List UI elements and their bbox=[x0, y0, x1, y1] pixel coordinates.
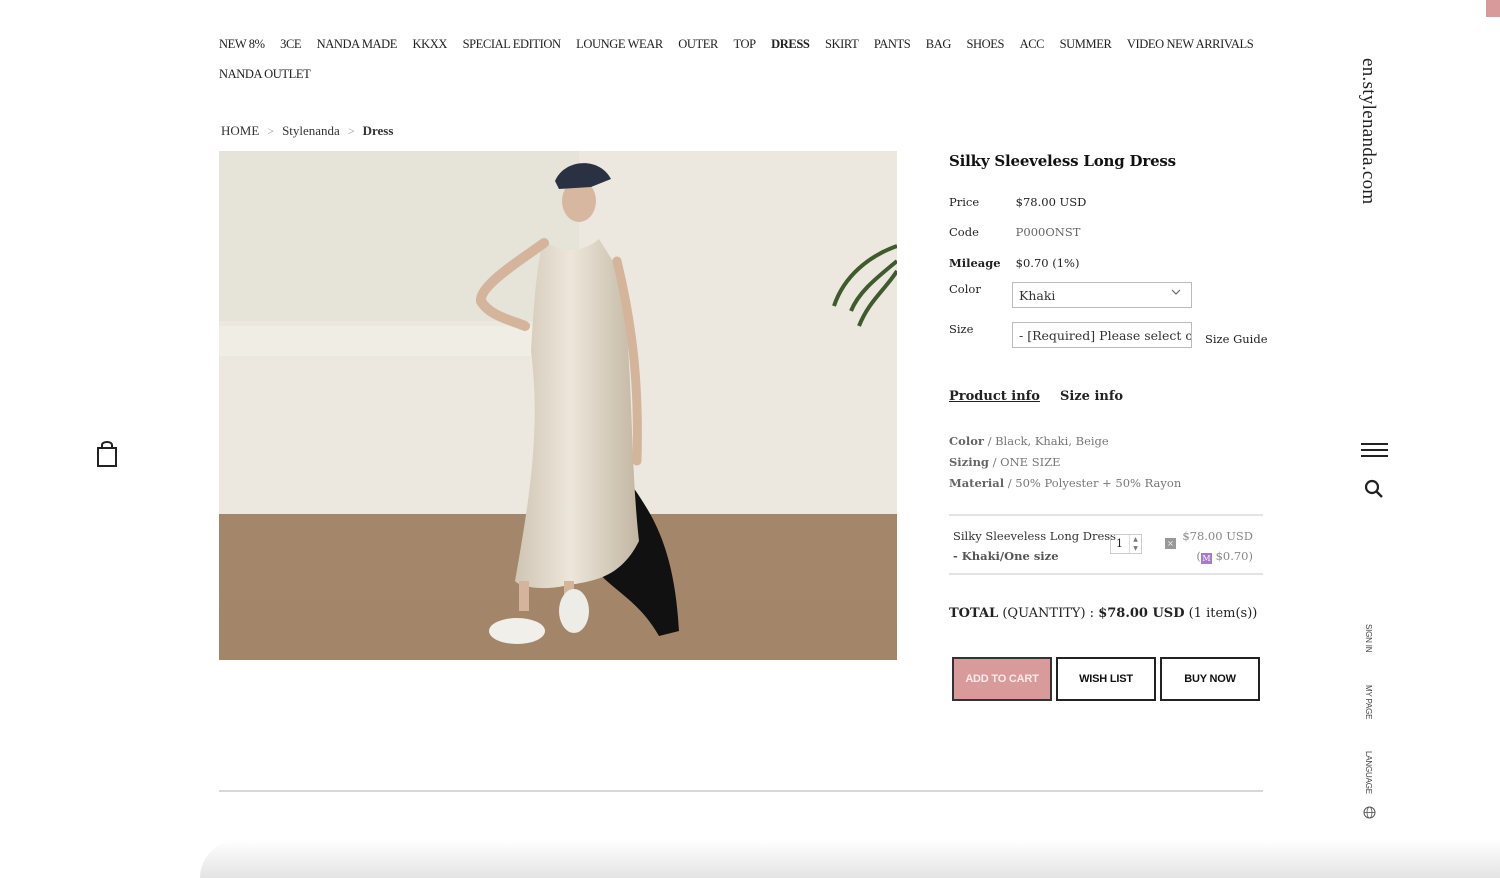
nav-3ce[interactable]: 3CE bbox=[280, 36, 301, 52]
color-label: Color bbox=[949, 282, 981, 296]
color-select[interactable]: Khaki bbox=[1012, 282, 1192, 308]
remove-item-icon[interactable]: × bbox=[1165, 538, 1176, 549]
size-select-value: - [Required] Please select opt bbox=[1019, 328, 1192, 343]
product-details: Color / Black, Khaki, Beige Sizing / ONE… bbox=[949, 431, 1181, 494]
buy-now-button[interactable]: BUY NOW bbox=[1160, 657, 1260, 701]
total-summary: TOTAL (QUANTITY) : $78.00 USD (1 item(s)… bbox=[949, 606, 1257, 621]
product-photo-illustration bbox=[219, 151, 897, 660]
total-label: TOTAL bbox=[949, 606, 999, 621]
nav-shoes[interactable]: SHOES bbox=[967, 36, 1005, 52]
breadcrumb-current: Dress bbox=[362, 123, 394, 138]
chevron-right-icon: > bbox=[267, 123, 275, 138]
mileage-row: Mileage $0.70 (1%) bbox=[949, 256, 1079, 270]
nav-skirt[interactable]: SKIRT bbox=[825, 36, 859, 52]
corner-accent bbox=[1486, 0, 1500, 17]
mileage-label: Mileage bbox=[949, 256, 1001, 270]
size-guide-link[interactable]: Size Guide bbox=[1205, 332, 1268, 346]
tab-product-info[interactable]: Product info bbox=[949, 389, 1040, 404]
site-logo[interactable]: en.stylenanda.com bbox=[1357, 58, 1379, 205]
nav-nanda-outlet[interactable]: NANDA OUTLET bbox=[219, 66, 311, 82]
nav-top[interactable]: TOP bbox=[733, 36, 756, 52]
size-label: Size bbox=[949, 322, 974, 336]
price-value: $78.00 USD bbox=[1015, 195, 1087, 209]
nav-dress[interactable]: DRESS bbox=[771, 36, 810, 52]
nav-pants[interactable]: PANTS bbox=[874, 36, 911, 52]
detail-material: Material / 50% Polyester + 50% Rayon bbox=[949, 476, 1182, 490]
nav-kkxx[interactable]: KKXX bbox=[413, 36, 448, 52]
breadcrumb: HOME > Stylenanda > Dress bbox=[221, 123, 393, 139]
info-tabs: Product info Size info bbox=[949, 389, 1123, 404]
sign-in-link[interactable]: SIGN IN bbox=[1364, 624, 1373, 652]
quantity-stepper[interactable]: 1 ▲ ▼ bbox=[1110, 534, 1142, 554]
product-title: Silky Sleeveless Long Dress bbox=[949, 152, 1176, 170]
price-row: Price $78.00 USD bbox=[949, 195, 1086, 209]
product-image[interactable] bbox=[219, 151, 897, 660]
selected-item-option: - Khaki/One size bbox=[953, 549, 1059, 563]
price-label: Price bbox=[949, 195, 980, 209]
wish-list-button[interactable]: WISH LIST bbox=[1056, 657, 1156, 701]
nav-outer[interactable]: OUTER bbox=[678, 36, 718, 52]
selected-item-name: Silky Sleeveless Long Dress - Khaki/One … bbox=[953, 526, 1116, 566]
nav-video-new-arrivals[interactable]: VIDEO NEW ARRIVALS bbox=[1127, 36, 1254, 52]
nav-nanda-made[interactable]: NANDA MADE bbox=[317, 36, 398, 52]
nav-lounge-wear[interactable]: LOUNGE WEAR bbox=[576, 36, 663, 52]
tab-size-info[interactable]: Size info bbox=[1060, 389, 1123, 404]
section-divider bbox=[219, 790, 1263, 792]
detail-sizing: Sizing / ONE SIZE bbox=[949, 455, 1061, 469]
chevron-down-icon bbox=[1171, 289, 1181, 295]
add-to-cart-button[interactable]: ADD TO CART bbox=[952, 657, 1052, 701]
nav-acc[interactable]: ACC bbox=[1020, 36, 1045, 52]
size-select[interactable]: - [Required] Please select opt bbox=[1012, 322, 1192, 348]
breadcrumb-home[interactable]: HOME bbox=[221, 123, 259, 139]
total-amount: $78.00 USD bbox=[1098, 606, 1185, 621]
my-page-link[interactable]: MY PAGE bbox=[1364, 685, 1373, 719]
mileage-icon: M bbox=[1200, 553, 1212, 564]
code-row: Code P000ONST bbox=[949, 225, 1080, 239]
globe-icon[interactable] bbox=[1363, 806, 1376, 819]
nav-bag[interactable]: BAG bbox=[926, 36, 952, 52]
breadcrumb-brand[interactable]: Stylenanda bbox=[282, 123, 340, 139]
color-label-row: Color bbox=[949, 282, 1012, 296]
quantity-spin-buttons[interactable]: ▲ ▼ bbox=[1129, 535, 1141, 553]
total-items: (1 item(s)) bbox=[1188, 606, 1258, 621]
code-value: P000ONST bbox=[1015, 225, 1081, 239]
code-label: Code bbox=[949, 225, 979, 239]
size-label-row: Size bbox=[949, 322, 1012, 336]
language-link[interactable]: LANGUAGE bbox=[1364, 751, 1373, 794]
shopping-bag-icon[interactable] bbox=[96, 438, 118, 468]
search-icon[interactable] bbox=[1364, 479, 1384, 499]
hamburger-menu-icon[interactable] bbox=[1361, 443, 1388, 457]
selected-option-row: Silky Sleeveless Long Dress - Khaki/One … bbox=[949, 514, 1263, 575]
selected-item-mileage: (M $0.70) bbox=[1196, 549, 1253, 564]
detail-color: Color / Black, Khaki, Beige bbox=[949, 434, 1109, 448]
selected-item-price: $78.00 USD (M $0.70) bbox=[1182, 526, 1253, 566]
bottom-shadow bbox=[200, 840, 1500, 878]
color-select-value: Khaki bbox=[1019, 288, 1056, 303]
mileage-value: $0.70 (1%) bbox=[1015, 256, 1080, 270]
total-qty-label: (QUANTITY) : bbox=[1002, 606, 1095, 621]
chevron-right-icon: > bbox=[347, 123, 355, 138]
quantity-value[interactable]: 1 bbox=[1116, 537, 1123, 550]
nav-new[interactable]: NEW 8% bbox=[219, 36, 265, 52]
nav-special-edition[interactable]: SPECIAL EDITION bbox=[463, 36, 561, 52]
nav-summer[interactable]: SUMMER bbox=[1060, 36, 1112, 52]
top-navigation: NEW 8% 3CE NANDA MADE KKXX SPECIAL EDITI… bbox=[219, 36, 1259, 82]
